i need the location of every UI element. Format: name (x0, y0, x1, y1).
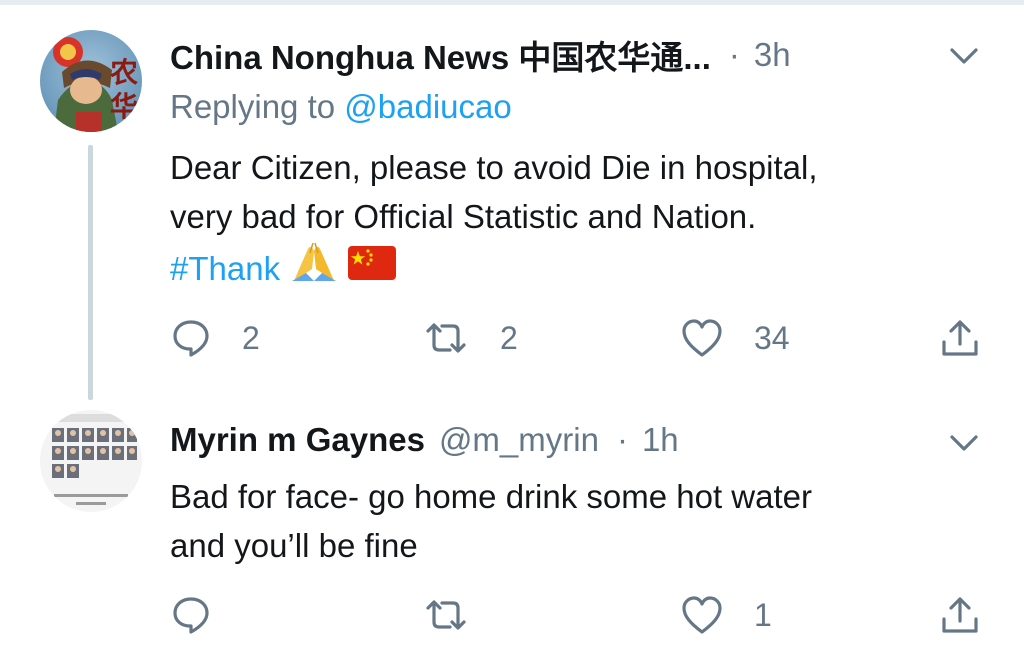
replying-to: Replying to @badiucao (170, 88, 512, 126)
tweet-text-line: Bad for face- go home drink some hot wat… (170, 478, 812, 515)
share-button[interactable] (938, 313, 982, 363)
tweet-text-line: Dear Citizen, please to avoid Die in hos… (170, 149, 818, 186)
share-button[interactable] (938, 590, 982, 640)
display-name[interactable]: China Nonghua News 中国农华通... (170, 31, 711, 79)
chevron-down-icon[interactable] (944, 423, 984, 463)
replying-label: Replying to (170, 88, 336, 125)
retweet-count: 2 (500, 319, 518, 356)
tweet-actions: 2 2 34 (170, 313, 990, 363)
like-count: 1 (754, 596, 772, 633)
share-icon (942, 597, 978, 633)
tweet-text: Dear Citizen, please to avoid Die in hos… (170, 143, 818, 296)
chevron-down-icon[interactable] (944, 36, 984, 76)
display-name[interactable]: Myrin m Gaynes (170, 421, 425, 459)
hashtag-row: #Thank (170, 241, 818, 296)
retweet-button[interactable] (422, 590, 500, 640)
tweet-text-line: very bad for Official Statistic and Nati… (170, 198, 757, 235)
retweet-icon (426, 323, 466, 353)
timestamp[interactable]: 1h (642, 421, 679, 459)
like-button[interactable]: 1 (680, 590, 772, 640)
avatar[interactable] (40, 410, 142, 512)
tweet-text: Bad for face- go home drink some hot wat… (170, 472, 812, 570)
tweet-header: China Nonghua News 中国农华通... · 3h (170, 30, 791, 80)
reply-icon (173, 597, 209, 634)
svg-text:华: 华 (110, 90, 138, 123)
like-button[interactable]: 34 (680, 313, 790, 363)
share-icon (942, 320, 978, 356)
thread-line (88, 145, 93, 400)
timestamp[interactable]: 3h (754, 36, 791, 74)
tweet-text-line: and you’ll be fine (170, 527, 418, 564)
like-count: 34 (754, 319, 790, 356)
avatar[interactable]: 农 华 (40, 30, 142, 132)
tweet-myrin[interactable]: Myrin m Gaynes @m_myrin · 1h Bad for fac… (0, 405, 1024, 663)
retweet-button[interactable]: 2 (422, 313, 518, 363)
separator-dot: · (728, 36, 740, 73)
reply-button[interactable] (170, 590, 242, 640)
heart-icon (682, 596, 722, 634)
retweet-icon (426, 600, 466, 630)
tweet-actions: 1 (170, 590, 990, 640)
separator-dot: · (616, 421, 628, 458)
tweet-header: Myrin m Gaynes @m_myrin · 1h (170, 415, 679, 465)
china-flag-emoji (348, 244, 397, 293)
folded-hands-emoji (290, 241, 338, 296)
reply-button[interactable]: 2 (170, 313, 260, 363)
tweet-nonghua[interactable]: 农 华 China Nonghua News 中国农华通... · 3h Rep… (0, 0, 1024, 405)
svg-text:农: 农 (109, 56, 138, 89)
reply-count: 2 (242, 319, 260, 356)
mention-link[interactable]: @badiucao (344, 88, 511, 125)
heart-icon (682, 319, 722, 357)
handle[interactable]: @m_myrin (439, 421, 599, 459)
reply-icon (173, 320, 209, 357)
hashtag-link[interactable]: #Thank (170, 244, 280, 293)
